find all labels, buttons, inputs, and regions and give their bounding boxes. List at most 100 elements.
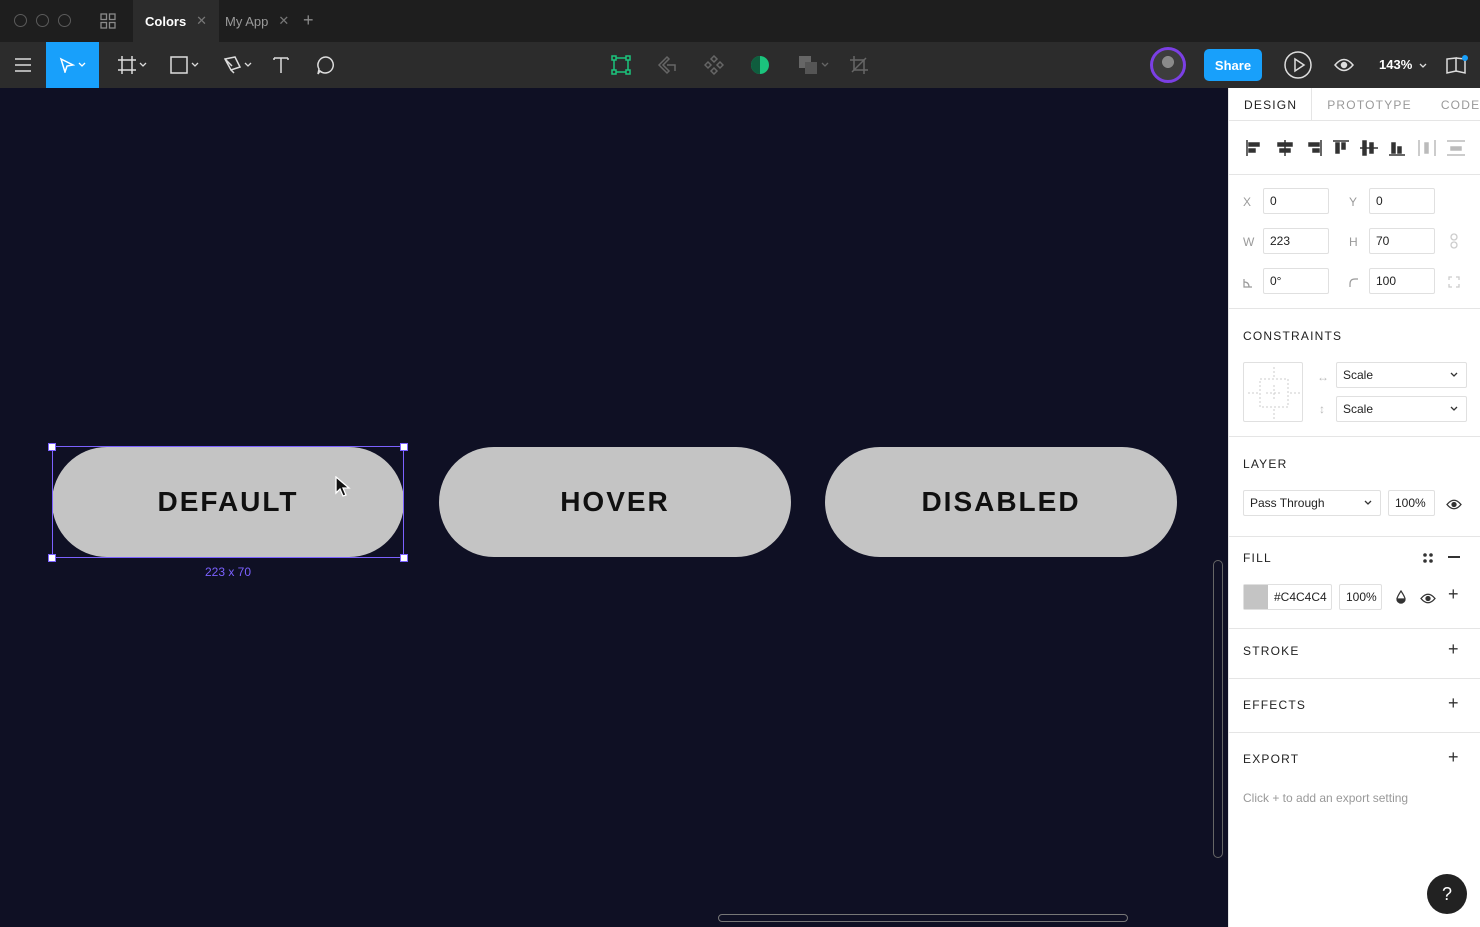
button-hover[interactable]: HOVER (439, 447, 791, 557)
corner-radius-field[interactable]: 100 (1369, 268, 1435, 294)
title-bar: Colors ✕ My App ✕ + (0, 0, 1480, 42)
vertical-constraint-select[interactable]: Scale (1336, 396, 1467, 422)
menu-icon[interactable] (10, 42, 36, 88)
layer-opacity-field[interactable]: 100% (1388, 490, 1435, 516)
fill-color-field[interactable]: #C4C4C4 (1243, 584, 1332, 610)
tab-my-app[interactable]: My App ✕ (213, 0, 301, 42)
constraint-widget[interactable] (1243, 362, 1303, 422)
library-button[interactable] (1445, 42, 1469, 88)
tab-code[interactable]: CODE (1412, 88, 1480, 121)
eye-icon (1334, 58, 1354, 72)
chevron-down-icon (244, 62, 251, 67)
alignment-toolbar[interactable] (1243, 138, 1471, 158)
x-field[interactable]: 0 (1263, 188, 1329, 214)
maximize-window-button[interactable] (58, 14, 71, 27)
horizontal-constraint-select[interactable]: Scale (1336, 362, 1467, 388)
preview-button[interactable] (1333, 42, 1355, 88)
avatar[interactable] (1150, 47, 1186, 83)
resize-handle-ne[interactable] (400, 443, 408, 451)
remove-fill-icon[interactable] (1448, 556, 1460, 558)
divider (1229, 308, 1480, 309)
divider (1229, 436, 1480, 437)
help-button[interactable]: ? (1427, 874, 1467, 914)
pen-tool[interactable] (217, 42, 257, 88)
w-label: W (1243, 235, 1255, 249)
align-bottom-icon (1389, 142, 1405, 156)
divider (1229, 536, 1480, 537)
minimize-window-button[interactable] (36, 14, 49, 27)
crop-icon (850, 56, 868, 74)
align-top-icon (1333, 140, 1349, 154)
x-label: X (1243, 195, 1252, 209)
frame-tool[interactable] (112, 42, 152, 88)
close-icon[interactable]: ✕ (278, 13, 289, 29)
move-tool[interactable] (46, 42, 99, 88)
add-export-icon[interactable]: + (1448, 747, 1459, 768)
zoom-level[interactable]: 143% (1379, 57, 1427, 72)
add-effect-icon[interactable]: + (1448, 693, 1459, 714)
vertical-scrollbar[interactable] (1213, 560, 1223, 858)
constraints-title: CONSTRAINTS (1243, 329, 1343, 343)
color-swatch[interactable] (1244, 585, 1268, 609)
constrain-proportions-icon[interactable] (1449, 233, 1459, 254)
tab-colors[interactable]: Colors ✕ (133, 0, 220, 42)
text-tool[interactable] (270, 42, 292, 88)
fill-opacity-field[interactable]: 100% (1339, 584, 1382, 610)
comment-icon (317, 56, 334, 75)
chevron-down-icon (1450, 406, 1458, 411)
comment-tool[interactable] (315, 42, 337, 88)
tab-design[interactable]: DESIGN (1229, 88, 1313, 121)
text-icon (273, 57, 289, 73)
style-grid-icon[interactable] (1422, 551, 1434, 569)
blend-mode-select[interactable]: Pass Through (1243, 490, 1381, 516)
y-label: Y (1349, 195, 1358, 209)
component-edit-button[interactable] (610, 42, 632, 88)
grid-icon[interactable] (100, 13, 116, 29)
close-icon[interactable]: ✕ (196, 13, 207, 29)
independent-corners-icon[interactable] (1448, 275, 1460, 293)
close-window-button[interactable] (14, 14, 27, 27)
align-center-v-icon (1360, 140, 1378, 156)
align-left-icon (1246, 140, 1260, 156)
eye-icon[interactable] (1446, 497, 1462, 515)
button-disabled[interactable]: DISABLED (825, 447, 1177, 557)
play-icon (1284, 51, 1312, 79)
canvas[interactable]: DEFAULT HOVER DISABLED 223 x 70 (0, 88, 1228, 927)
width-field[interactable]: 223 (1263, 228, 1329, 254)
share-button[interactable]: Share (1204, 49, 1262, 81)
add-stroke-icon[interactable]: + (1448, 639, 1459, 660)
resize-handle-se[interactable] (400, 554, 408, 562)
rectangle-icon (169, 56, 188, 74)
height-field[interactable]: 70 (1369, 228, 1435, 254)
chevron-down-icon (1450, 372, 1458, 377)
rotation-field[interactable]: 0° (1263, 268, 1329, 294)
boolean-button[interactable] (656, 42, 678, 88)
cursor-icon (59, 57, 75, 73)
create-component-button[interactable] (703, 42, 725, 88)
resize-handle-sw[interactable] (48, 554, 56, 562)
eye-icon[interactable] (1420, 591, 1436, 609)
contrast-icon (751, 56, 769, 74)
component-icon (704, 55, 724, 75)
stroke-title: STROKE (1243, 644, 1300, 658)
distribute-h-icon (1418, 140, 1436, 156)
present-button[interactable] (1283, 42, 1313, 88)
new-tab-icon[interactable]: + (303, 10, 314, 31)
boolean-ops-button[interactable] (795, 42, 831, 88)
chevron-down-icon (139, 62, 146, 67)
pen-icon (223, 56, 241, 74)
resize-handle-nw[interactable] (48, 443, 56, 451)
crop-button[interactable] (848, 42, 870, 88)
shape-tool[interactable] (164, 42, 204, 88)
panel-tabs: DESIGN PROTOTYPE CODE (1229, 88, 1480, 121)
horizontal-scrollbar[interactable] (718, 914, 1128, 922)
tab-label: Colors (145, 13, 187, 29)
y-field[interactable]: 0 (1369, 188, 1435, 214)
theme-button[interactable] (749, 42, 771, 88)
rotation-icon (1243, 275, 1253, 293)
blend-drop-icon[interactable] (1396, 589, 1406, 609)
tab-prototype[interactable]: PROTOTYPE (1312, 88, 1412, 121)
add-fill-icon[interactable]: + (1448, 584, 1459, 605)
mask-icon (657, 55, 676, 75)
layer-title: LAYER (1243, 457, 1288, 471)
